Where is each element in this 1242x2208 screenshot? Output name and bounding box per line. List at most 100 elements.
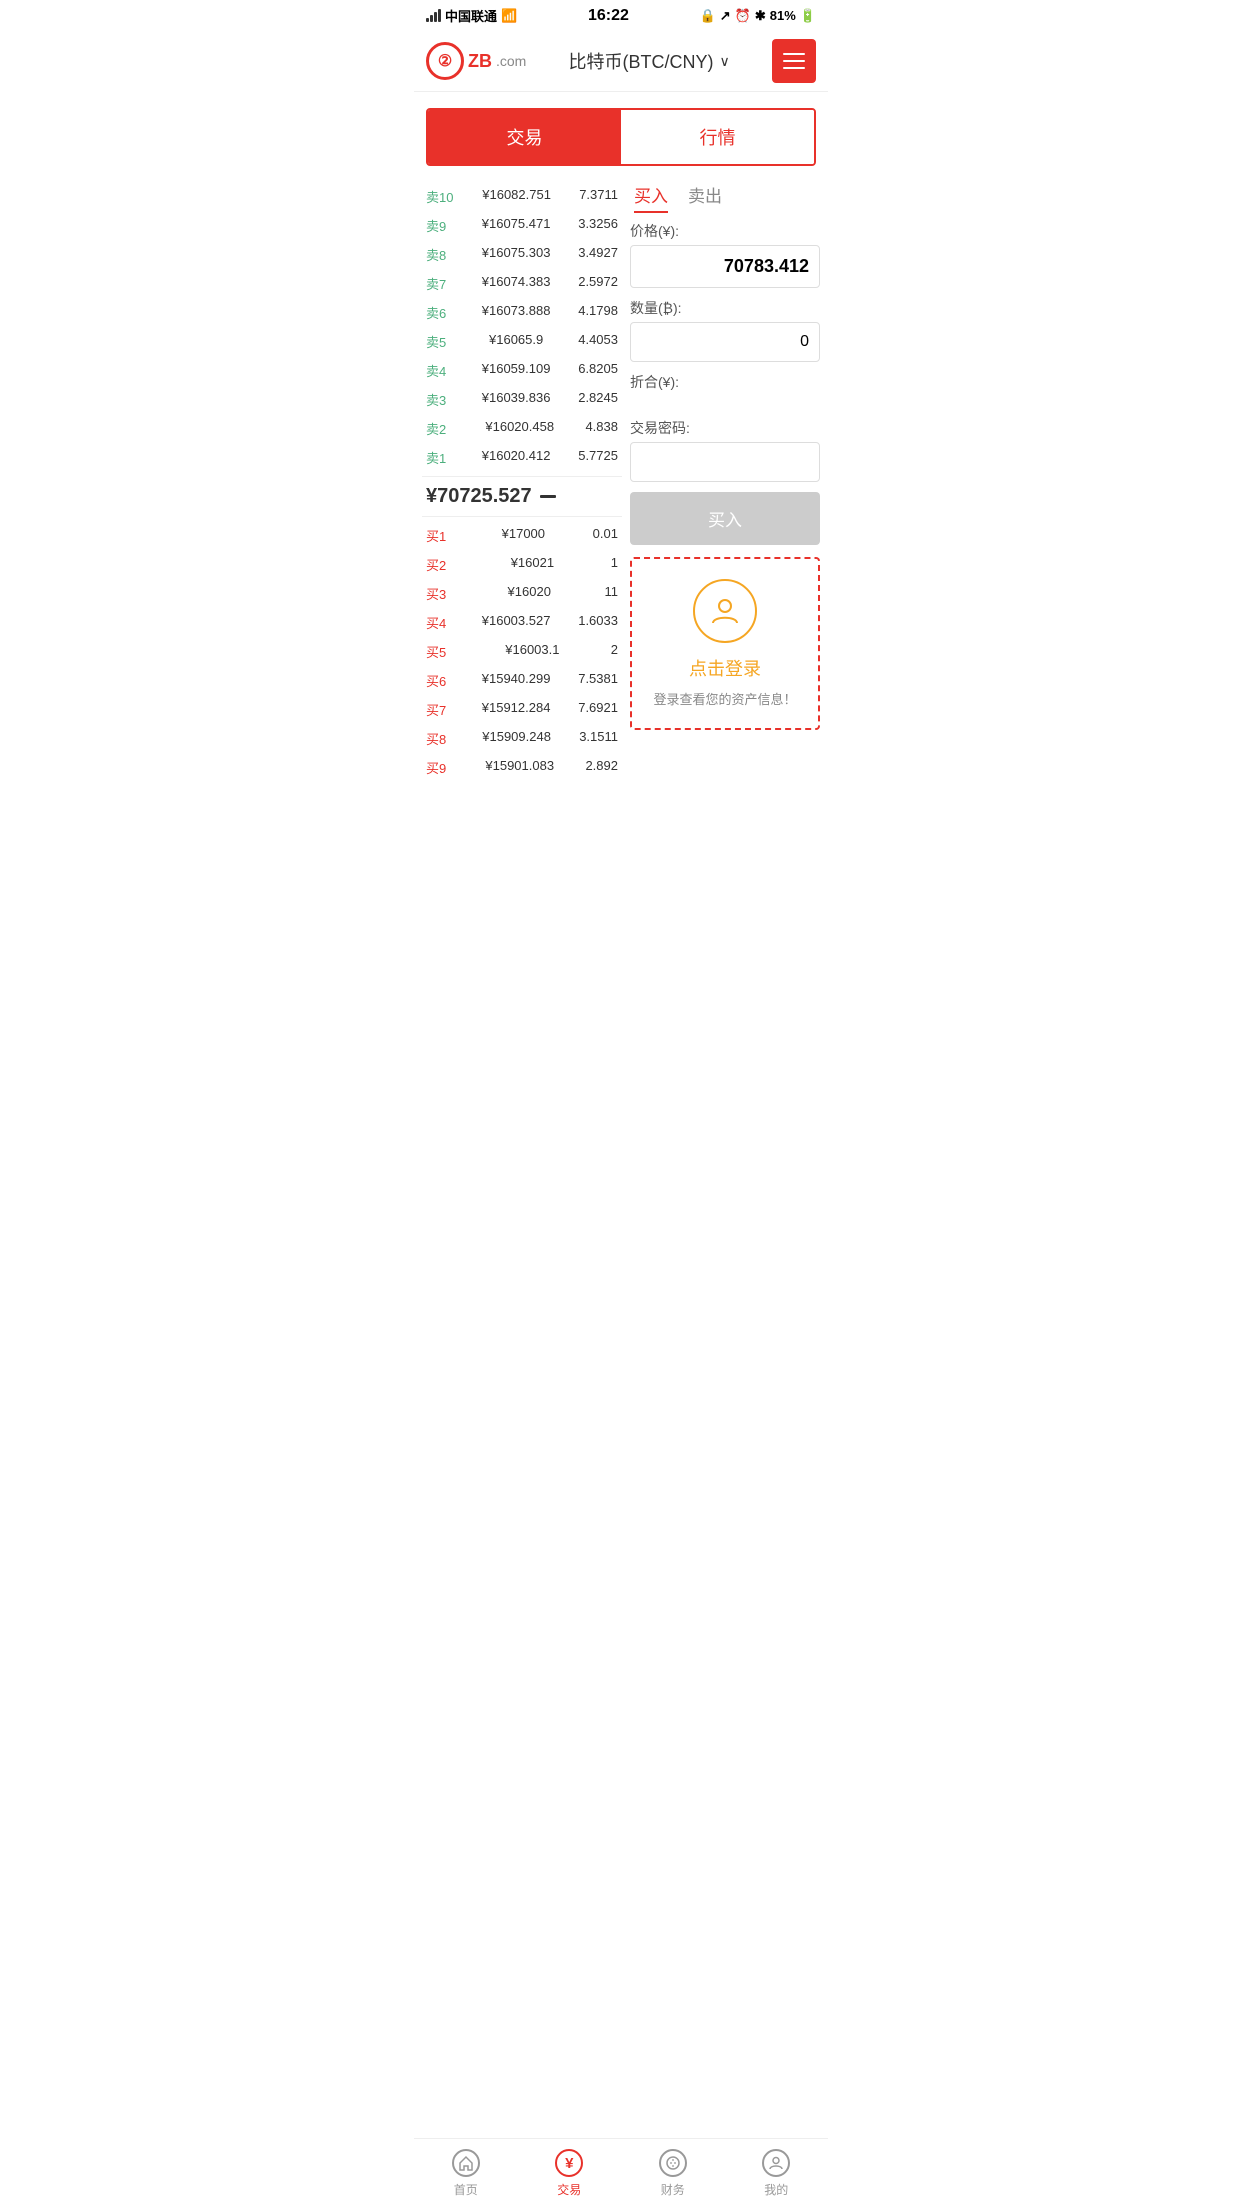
sell-price: ¥16074.383 [482,274,551,293]
logo[interactable]: ② ZB .com [426,42,526,80]
price-label: 价格(¥): [630,221,820,241]
tab-market[interactable]: 行情 [621,110,814,164]
status-left: 中国联通 📶 [426,6,517,25]
main-content: 卖10 ¥16082.751 7.3711 卖9 ¥16075.471 3.32… [414,182,828,782]
alarm-icon: ⏰ [735,8,751,24]
order-row-buy: 买3 ¥16020 11 [422,579,622,608]
sell-price: ¥16020.458 [485,419,554,438]
sell-qty: 4.1798 [578,303,618,322]
pair-label: 比特币(BTC/CNY) [569,48,714,74]
order-row-buy: 买6 ¥15940.299 7.5381 [422,666,622,695]
carrier-label: 中国联通 [445,6,497,25]
qty-input-wrapper[interactable] [630,322,820,362]
sell-label: 卖1 [426,448,454,467]
total-value [630,396,820,408]
sell-qty: 4.838 [585,419,618,438]
buy-label: 买8 [426,729,454,748]
total-field: 折合(¥): [630,372,820,408]
price-field: 价格(¥): [630,221,820,288]
main-tabs: 交易 行情 [426,108,816,166]
buy-qty: 1.6033 [578,613,618,632]
price-input[interactable] [641,256,809,277]
buy-price: ¥16020 [508,584,551,603]
buy-qty: 2.892 [585,758,618,777]
password-field: 交易密码: [630,418,820,482]
menu-line-1 [783,53,805,55]
time-label: 16:22 [588,7,629,25]
trade-icon: ¥ [555,2149,583,2177]
buy-label: 买1 [426,526,454,545]
battery-label: 81% [770,8,796,23]
sell-orders: 卖10 ¥16082.751 7.3711 卖9 ¥16075.471 3.32… [422,182,622,472]
order-row-sell: 卖4 ¥16059.109 6.8205 [422,356,622,385]
logo-circle: ② [426,42,464,80]
qty-field: 数量(₿): [630,298,820,362]
order-row-sell: 卖5 ¥16065.9 4.4053 [422,327,622,356]
minus-icon [540,495,556,498]
buy-price: ¥16003.1 [505,642,559,661]
sell-label: 卖7 [426,274,454,293]
password-label: 交易密码: [630,418,820,438]
order-row-buy: 买4 ¥16003.527 1.6033 [422,608,622,637]
password-input-wrapper[interactable] [630,442,820,482]
qty-input[interactable] [641,333,809,351]
trade-panel: 买入 卖出 价格(¥): 数量(₿): 折合(¥): 交易密 [630,182,820,782]
buy-label: 买5 [426,642,454,661]
order-row-sell: 卖3 ¥16039.836 2.8245 [422,385,622,414]
chevron-down-icon: ∨ [720,53,730,70]
buy-qty: 11 [604,584,618,603]
home-icon [452,2149,480,2177]
battery-icon: 🔋 [800,8,816,24]
buy-qty: 7.5381 [578,671,618,690]
buy-label: 买7 [426,700,454,719]
login-subtext: 登录查看您的资产信息！ [642,689,808,708]
menu-button[interactable] [772,39,816,83]
current-price-value: ¥70725.527 [426,485,532,508]
nav-finance-label: 财务 [661,2181,685,2198]
tab-sell[interactable]: 卖出 [688,182,722,213]
order-row-buy: 买5 ¥16003.1 2 [422,637,622,666]
nav-trade[interactable]: ¥ 交易 [518,2139,622,2208]
tab-trade[interactable]: 交易 [428,110,621,164]
total-label: 折合(¥): [630,372,820,392]
sell-label: 卖5 [426,332,454,351]
nav-mine[interactable]: 我的 [725,2139,829,2208]
nav-trade-label: 交易 [557,2181,581,2198]
sell-qty: 4.4053 [578,332,618,351]
header-title[interactable]: 比特币(BTC/CNY) ∨ [569,48,730,74]
sell-qty: 3.4927 [578,245,618,264]
buy-qty: 0.01 [593,526,618,545]
buy-price: ¥15912.284 [482,700,551,719]
bottom-nav: 首页 ¥ 交易 财务 我的 [414,2138,828,2208]
order-row-buy: 买2 ¥16021 1 [422,550,622,579]
sell-qty: 5.7725 [578,448,618,467]
mine-icon [762,2149,790,2177]
sell-qty: 3.3256 [578,216,618,235]
buy-label: 买3 [426,584,454,603]
sell-price: ¥16073.888 [482,303,551,322]
price-input-wrapper[interactable] [630,245,820,288]
sell-label: 卖8 [426,245,454,264]
sell-qty: 2.5972 [578,274,618,293]
buy-label: 买2 [426,555,454,574]
lock-icon: 🔒 [700,8,716,24]
order-row-buy: 买9 ¥15901.083 2.892 [422,753,622,782]
sell-price: ¥16020.412 [482,448,551,467]
login-prompt[interactable]: 点击登录 登录查看您的资产信息！ [630,557,820,730]
sell-label: 卖9 [426,216,454,235]
nav-home[interactable]: 首页 [414,2139,518,2208]
password-input[interactable] [641,453,809,471]
sell-price: ¥16039.836 [482,390,551,409]
buy-sell-tabs: 买入 卖出 [630,182,820,221]
sell-price: ¥16065.9 [489,332,543,351]
sell-price: ¥16059.109 [482,361,551,380]
sell-qty: 6.8205 [578,361,618,380]
nav-finance[interactable]: 财务 [621,2139,725,2208]
buy-qty: 7.6921 [578,700,618,719]
buy-button[interactable]: 买入 [630,492,820,545]
order-row-sell: 卖6 ¥16073.888 4.1798 [422,298,622,327]
tab-buy[interactable]: 买入 [634,182,668,213]
location-icon: ↗ [720,8,731,24]
order-row-buy: 买8 ¥15909.248 3.1511 [422,724,622,753]
buy-qty: 3.1511 [579,729,618,748]
